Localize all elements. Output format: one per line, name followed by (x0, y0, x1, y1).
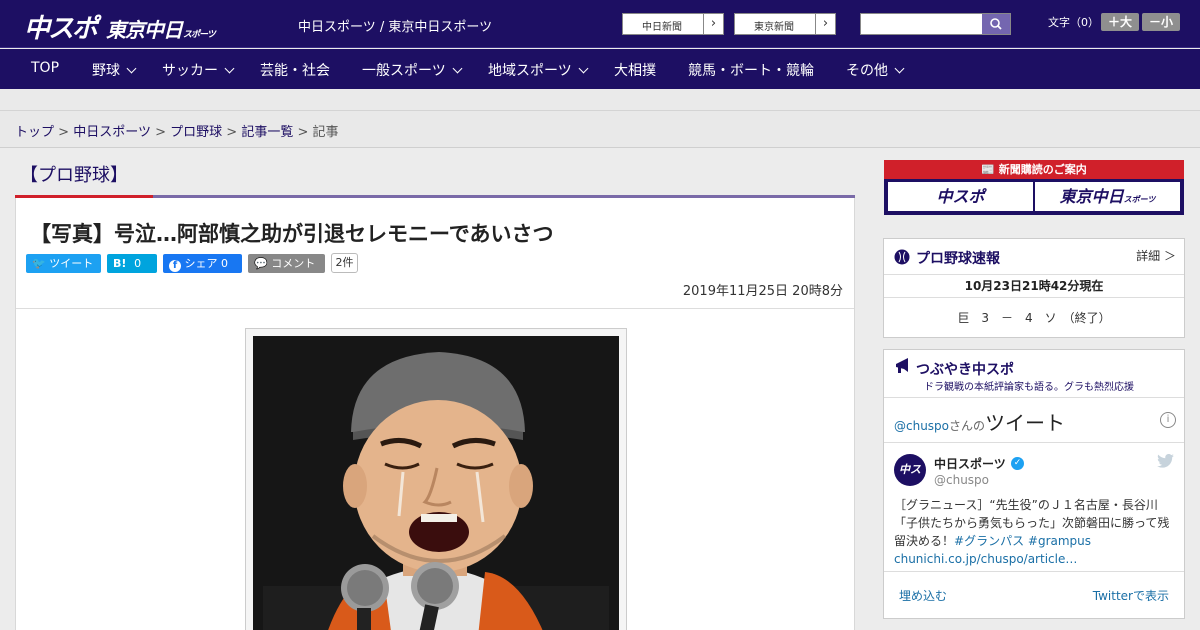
chevron-right-icon: › (703, 14, 723, 34)
subscribe-chuspo-button[interactable]: 中スポ (888, 182, 1033, 211)
info-icon[interactable]: i (1160, 412, 1176, 428)
twitter-widget-subtitle: ドラ観戦の本紙評論家も語る。グラも熱烈応援 (924, 382, 1134, 393)
main-nav: TOP 野球 サッカー 芸能・社会 一般スポーツ 地域スポーツ 大相撲 競馬・ボ… (0, 49, 1200, 89)
search-icon (990, 18, 1002, 30)
breadcrumb-article-list[interactable]: 記事一覧 (241, 125, 293, 140)
speech-bubble-icon: 💬 (254, 257, 268, 270)
comment-button[interactable]: 💬 コメント (248, 254, 325, 273)
nav-item-regional-sports[interactable]: 地域スポーツ (488, 60, 589, 80)
twitter-widget: つぶやき中スポ ドラ観戦の本紙評論家も語る。グラも熱烈応援 @chuspoさんの… (883, 349, 1185, 619)
twitter-bird-icon: 🐦 (32, 257, 46, 270)
timeline-header: @chuspoさんのツイート i (884, 397, 1184, 443)
timeline-handle-link[interactable]: @chuspo (894, 419, 949, 433)
nav-item-top[interactable]: TOP (31, 60, 59, 76)
breadcrumb-bar: トップ > 中日スポーツ > プロ野球 > 記事一覧 > 記事 (0, 111, 1200, 148)
tokyo-shimbun-link[interactable]: 東京新聞 › (734, 13, 836, 35)
logo-sub: 東京中日スポーツ (106, 18, 216, 42)
breadcrumb-top[interactable]: トップ (15, 125, 54, 140)
nav-item-racing[interactable]: 競馬・ボート・競輪 (688, 60, 814, 80)
score-details-link[interactable]: 詳細 ＞ (1136, 247, 1176, 264)
site-tagline: 中日スポーツ / 東京中日スポーツ (298, 20, 493, 35)
divider (16, 308, 854, 309)
tweet-user-name[interactable]: 中日スポーツ (934, 455, 1006, 472)
nav-item-baseball[interactable]: 野球 (92, 60, 137, 80)
subscription-banner[interactable]: 📰 新聞購読のご案内 中スポ 東京中日スポーツ (884, 160, 1184, 215)
chevron-down-icon (126, 63, 137, 74)
logo-main: 中スポ (24, 14, 98, 44)
site-logo[interactable]: 中スポ 東京中日スポーツ (24, 8, 216, 45)
view-on-twitter-link[interactable]: Twitterで表示 (1093, 587, 1169, 604)
tweet-user-handle[interactable]: @chuspo (934, 473, 989, 487)
chevron-down-icon (578, 63, 589, 74)
subscribe-tokyo-chunichi-button[interactable]: 東京中日スポーツ (1035, 182, 1180, 211)
breadcrumb: トップ > 中日スポーツ > プロ野球 > 記事一覧 > 記事 (15, 125, 339, 140)
avatar[interactable]: 中スポ (894, 454, 926, 508)
facebook-share-button[interactable]: f シェア 0 (163, 254, 242, 273)
nav-item-entertainment[interactable]: 芸能・社会 (260, 60, 330, 80)
megaphone-icon (896, 358, 908, 373)
breadcrumb-chunichi-sports[interactable]: 中日スポーツ (73, 125, 151, 140)
score-widget-title: プロ野球速報 (916, 251, 1000, 267)
search-input[interactable] (860, 13, 1011, 35)
article-card: 【写真】号泣…阿部慎之助が引退セレモニーであいさつ 🐦 ツイート B! 0 f … (15, 198, 855, 630)
baseball-icon (894, 249, 910, 265)
nav-item-general-sports[interactable]: 一般スポーツ (362, 60, 463, 80)
publish-date: 2019年11月25日 20時8分 (682, 284, 843, 299)
chevron-down-icon (894, 63, 905, 74)
site-header: 中スポ 東京中日スポーツ 中日スポーツ / 東京中日スポーツ 中日新聞 › 東京新… (0, 0, 1200, 48)
subscription-title: 📰 新聞購読のご案内 (884, 160, 1184, 179)
font-smaller-button[interactable]: －小 (1142, 13, 1180, 31)
category-heading: 【プロ野球】 (20, 165, 128, 186)
chevron-down-icon (452, 63, 463, 74)
nav-item-soccer[interactable]: サッカー (162, 60, 235, 80)
twitter-widget-title: つぶやき中スポ (916, 362, 1014, 378)
baseball-score-widget: プロ野球速報 詳細 ＞ 10月23日21時42分現在 巨 3 － 4 ソ （終了… (883, 238, 1185, 338)
nav-item-other[interactable]: その他 (846, 60, 905, 80)
comment-count: 2件 (331, 253, 358, 273)
hashtag-link[interactable]: #grampus (1028, 534, 1091, 548)
hatena-bookmark-button[interactable]: B! 0 (107, 254, 157, 273)
tweet-button[interactable]: 🐦 ツイート (26, 254, 101, 273)
search-button[interactable] (982, 14, 1010, 34)
header-spacer (0, 89, 1200, 111)
score-timestamp: 10月23日21時42分現在 (884, 274, 1184, 298)
breadcrumb-current: 記事 (312, 125, 339, 140)
chunichi-shimbun-link[interactable]: 中日新聞 › (622, 13, 724, 35)
newspaper-icon: 📰 (981, 163, 995, 176)
hashtag-link[interactable]: #グランパス (954, 534, 1024, 548)
breadcrumb-pro-baseball[interactable]: プロ野球 (170, 125, 222, 140)
facebook-icon: f (169, 260, 181, 272)
font-size-label: 文字（0） (1048, 16, 1099, 29)
embed-link[interactable]: 埋め込む (899, 587, 947, 604)
twitter-bird-icon[interactable] (1157, 454, 1174, 468)
article-photo[interactable] (245, 328, 627, 630)
nav-item-sumo[interactable]: 大相撲 (614, 60, 656, 80)
verified-badge-icon: ✓ (1011, 457, 1024, 470)
chevron-down-icon (224, 63, 235, 74)
timeline-footer: 埋め込む Twitterで表示 (884, 571, 1184, 619)
score-line[interactable]: 巨 3 － 4 ソ （終了） (884, 309, 1184, 326)
article-title: 【写真】号泣…阿部慎之助が引退セレモニーであいさつ (30, 222, 554, 246)
tweet-article-link[interactable]: chunichi.co.jp/chuspo/article… (894, 552, 1077, 566)
article-photo-image (253, 336, 619, 630)
chevron-right-icon: › (815, 14, 835, 34)
font-larger-button[interactable]: ＋大 (1101, 13, 1139, 31)
tweet-text: ［グラニュース］“先生役”のＪ１名古屋・長谷川「子供たちから勇気もらった」次節磐… (894, 498, 1170, 566)
